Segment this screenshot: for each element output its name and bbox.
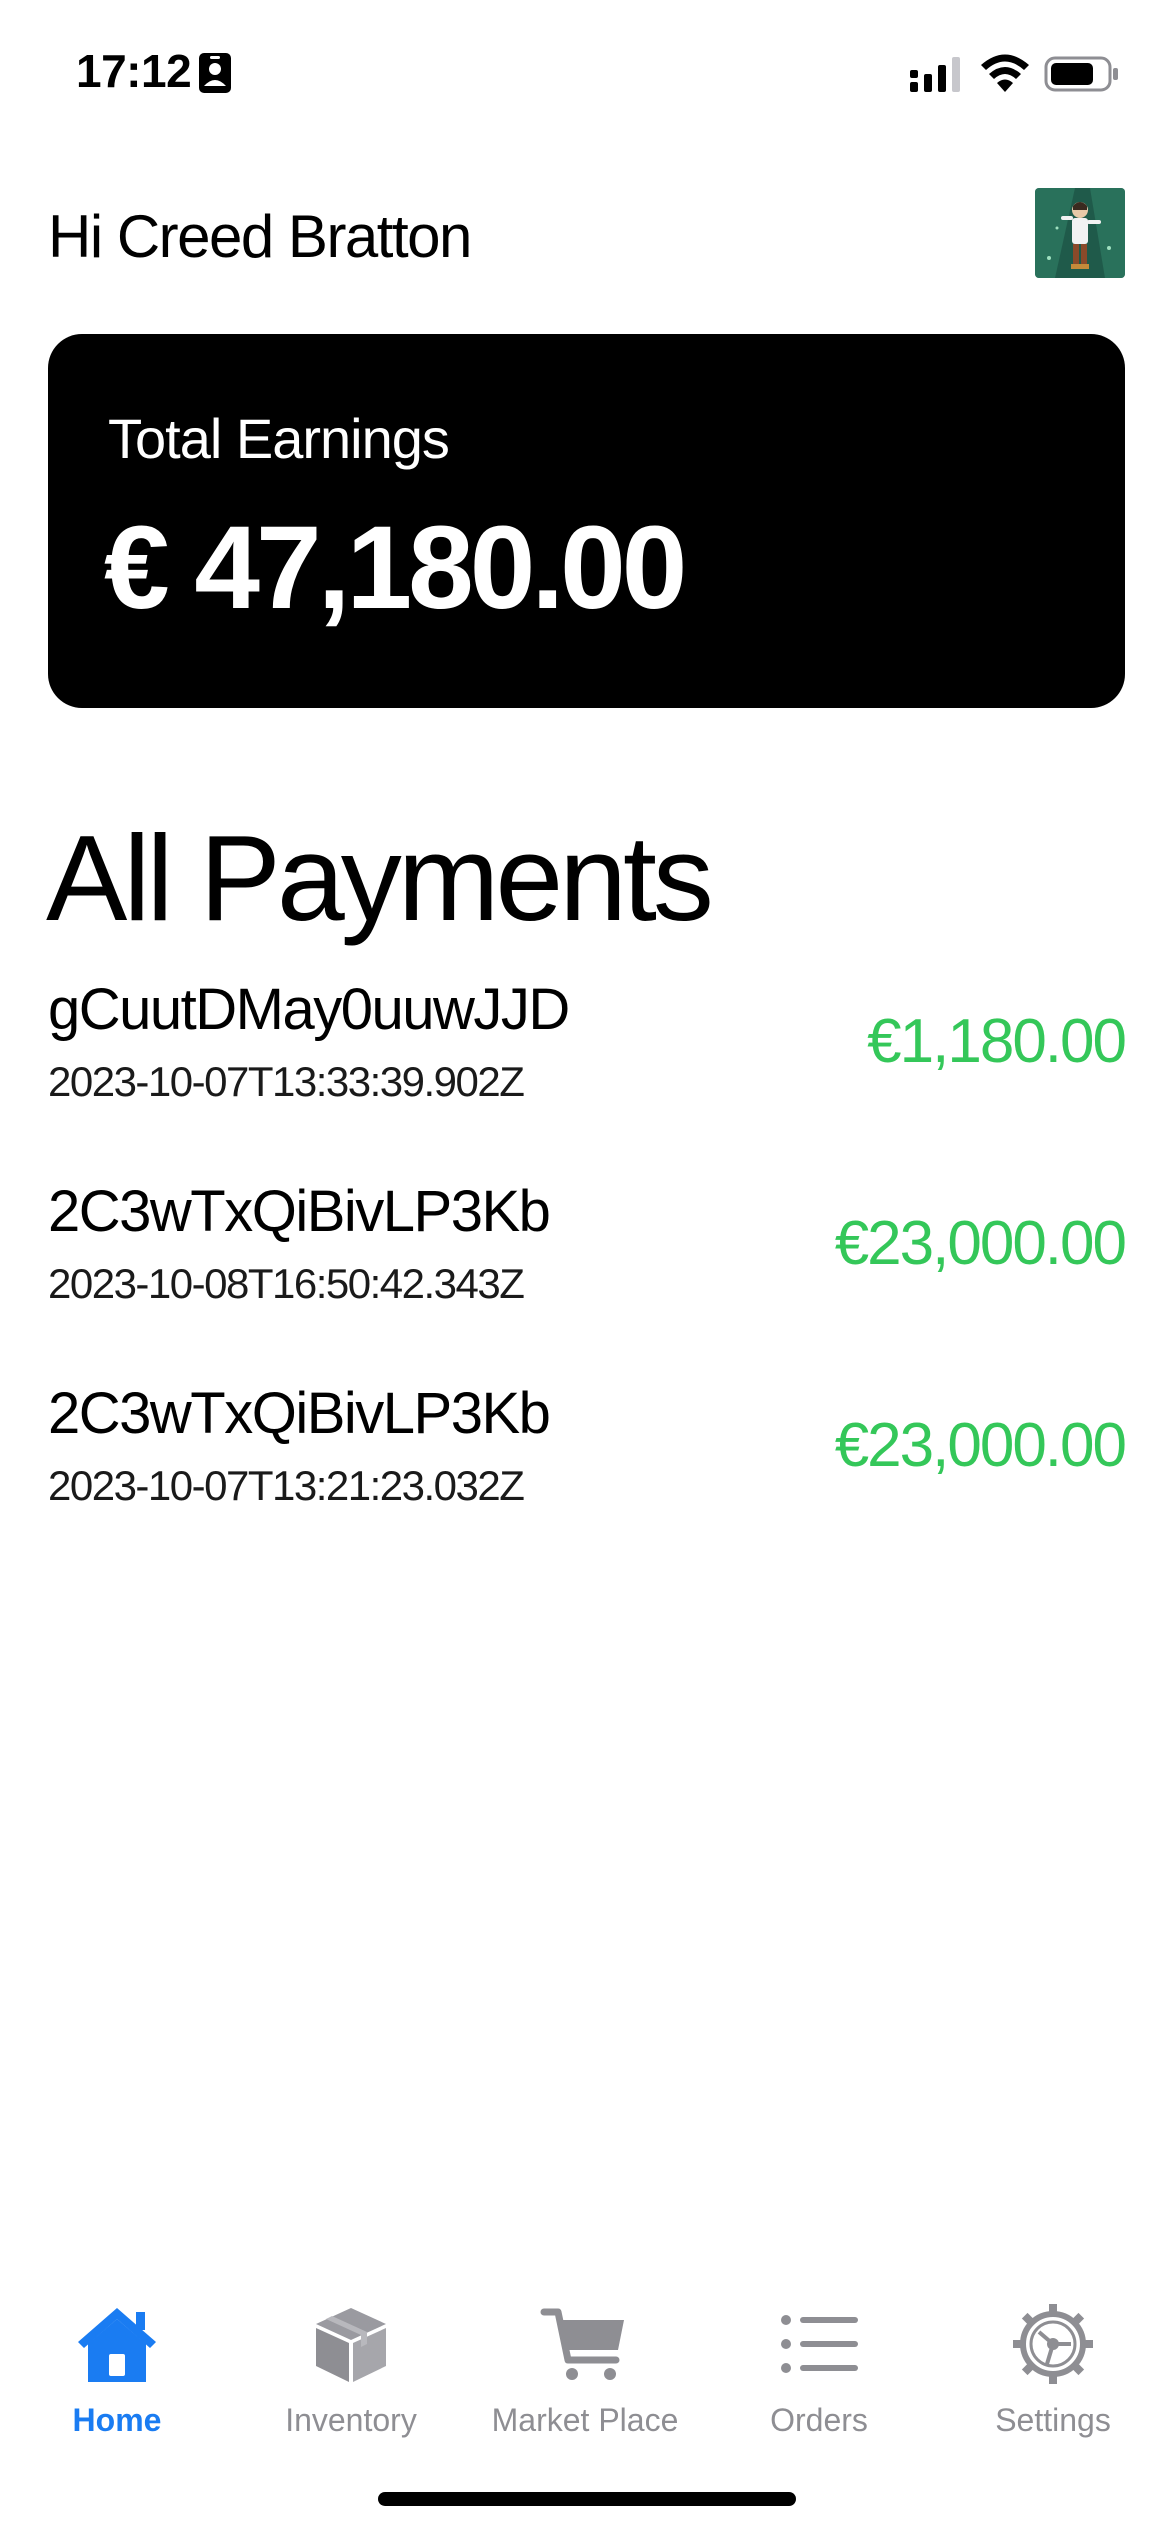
status-bar: 17:12 [0,0,1170,150]
payments-title: All Payments [46,810,714,946]
avatar-image [1035,188,1125,278]
avatar[interactable] [1035,188,1125,278]
list-icon [781,2315,858,2373]
cart-icon [540,2308,624,2380]
payment-id: gCuutDMay0uuwJJD [48,977,570,1042]
payment-date: 2023-10-07T13:21:23.032Z [48,1462,525,1509]
payment-row[interactable]: 2C3wTxQiBivLP3Kb 2023-10-08T16:50:42.343… [48,1168,1127,1370]
tab-settings-label: Settings [995,2402,1111,2438]
payment-amount: €23,000.00 [834,1209,1127,1278]
total-earnings-amount: € 47,180.00 [104,502,687,634]
tab-orders[interactable]: Orders [702,2290,936,2470]
tab-inventory[interactable]: Inventory [234,2290,468,2470]
payment-date: 2023-10-07T13:33:39.902Z [48,1058,525,1105]
greeting-text: Hi Creed Bratton [48,203,472,270]
tab-market-place[interactable]: Market Place [468,2290,702,2470]
tab-home[interactable]: Home [0,2290,234,2470]
payment-row[interactable]: 2C3wTxQiBivLP3Kb 2023-10-07T13:21:23.032… [48,1370,1127,1572]
tab-bar: Home Inventory Market Place Orders Setti… [0,2290,1170,2470]
tab-settings[interactable]: Settings [936,2290,1170,2470]
tab-market-place-label: Market Place [491,2402,679,2438]
payment-amount: €1,180.00 [867,1007,1127,1076]
payment-id: 2C3wTxQiBivLP3Kb [48,1179,551,1244]
total-earnings-card: Total Earnings € 47,180.00 [48,334,1125,708]
payment-id: 2C3wTxQiBivLP3Kb [48,1381,551,1446]
wifi-icon [981,54,1029,92]
tab-orders-label: Orders [770,2402,868,2438]
box-icon [316,2308,386,2382]
total-earnings-label: Total Earnings [108,407,450,470]
payments-list: gCuutDMay0uuwJJD 2023-10-07T13:33:39.902… [48,966,1127,1572]
home-screen: 17:12 Hi Creed Bratton Total Earnings € … [0,0,1170,2532]
status-time: 17:12 [76,45,192,97]
payment-row[interactable]: gCuutDMay0uuwJJD 2023-10-07T13:33:39.902… [48,966,1127,1168]
payment-date: 2023-10-08T16:50:42.343Z [48,1260,525,1307]
tab-inventory-label: Inventory [285,2402,417,2438]
id-card-icon [199,53,231,93]
battery-icon [1044,56,1118,92]
payment-amount: €23,000.00 [834,1411,1127,1480]
cellular-signal-icon [910,57,960,92]
gear-icon [1013,2304,1093,2384]
tab-home-label: Home [72,2402,162,2438]
home-icon [78,2308,156,2382]
home-indicator[interactable] [378,2492,796,2506]
